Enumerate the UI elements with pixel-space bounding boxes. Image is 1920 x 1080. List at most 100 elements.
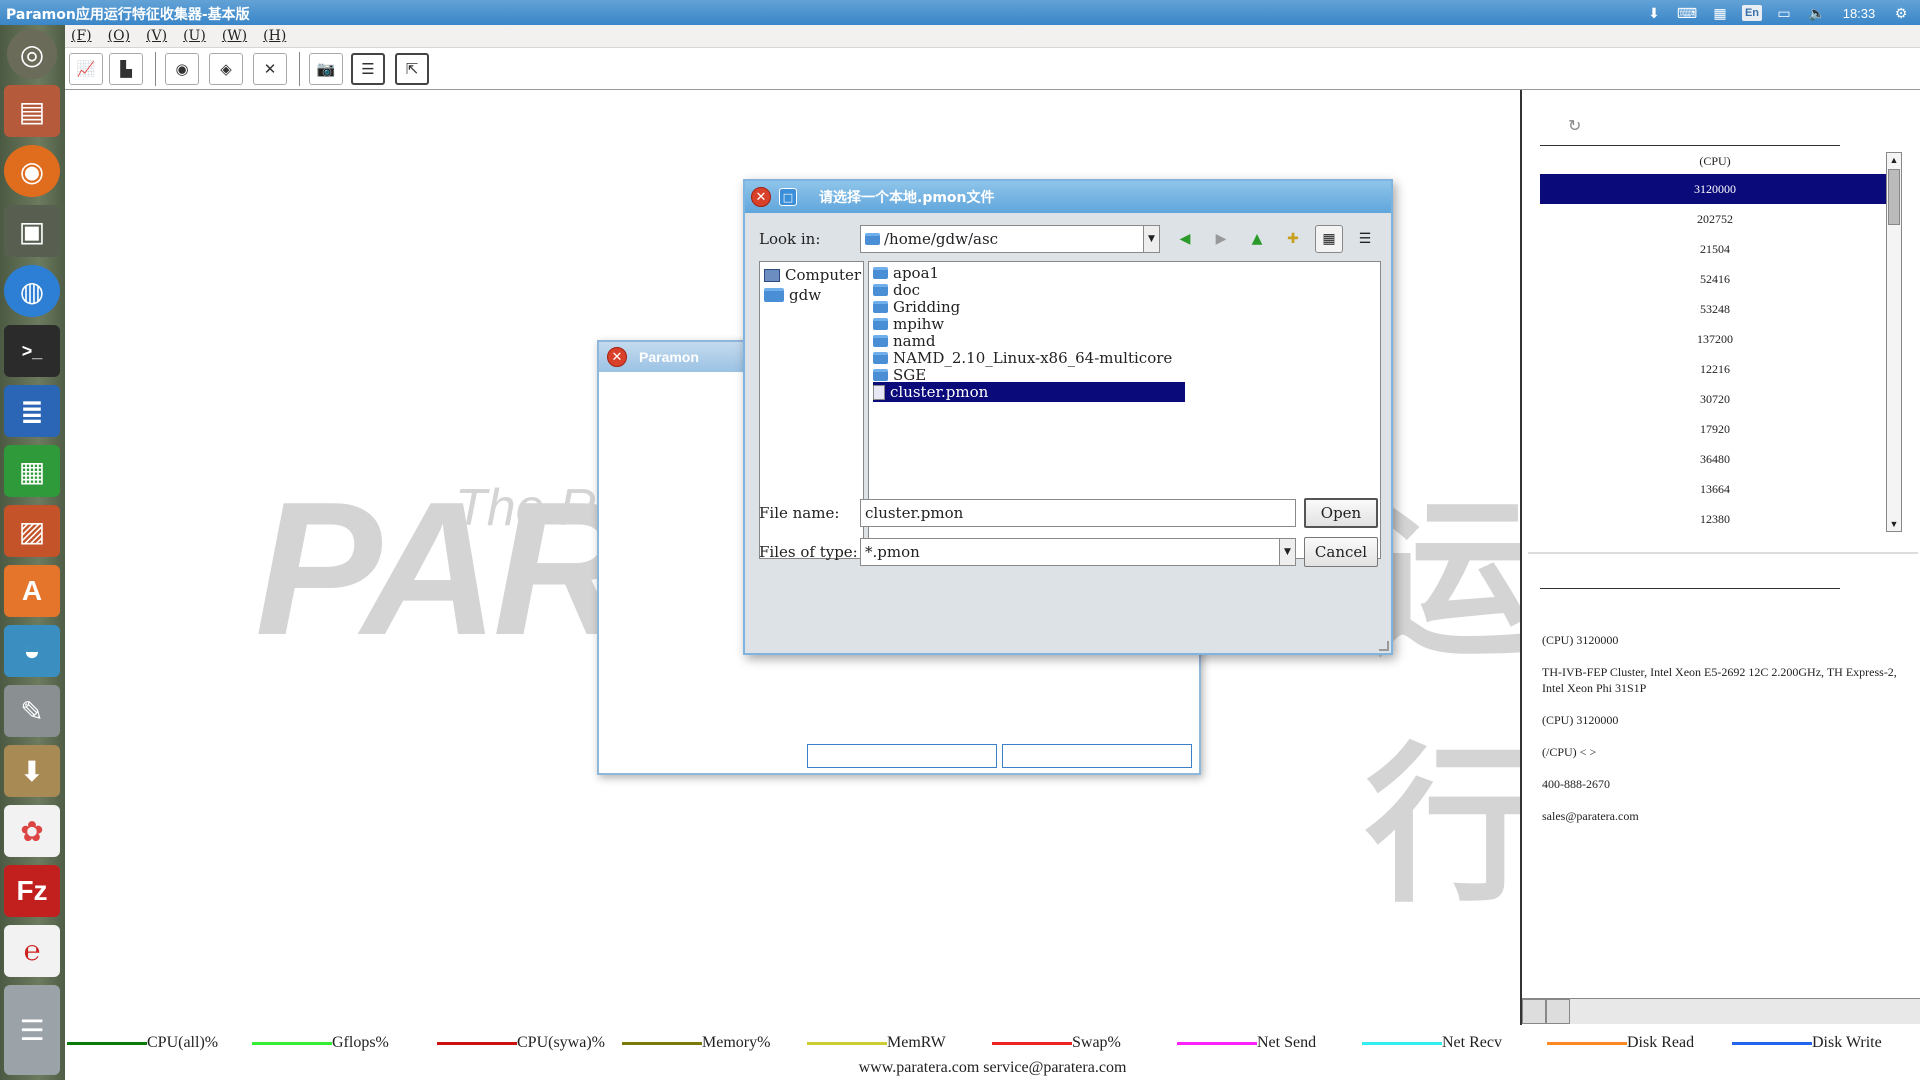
firefox-icon[interactable]: ◉ xyxy=(4,145,60,197)
app-red-icon[interactable]: ℮ xyxy=(4,925,60,977)
menu-options[interactable]: (O) xyxy=(108,28,130,44)
workspace-icon[interactable]: ▣ xyxy=(4,205,60,257)
cpu-list-item[interactable]: 17920 xyxy=(1540,414,1890,444)
scroll-up-arrow-icon[interactable]: ▲ xyxy=(1887,153,1901,167)
export-icon[interactable]: ⇱ xyxy=(395,53,429,85)
cpu-list-item[interactable]: 13664 xyxy=(1540,474,1890,504)
legend-label: Swap% xyxy=(1072,1034,1121,1051)
legend-item: Disk Write xyxy=(1732,1034,1882,1052)
cancel-button[interactable]: Cancel xyxy=(1304,537,1378,567)
legend-label: Disk Write xyxy=(1812,1034,1882,1051)
sidebar-item-gdw[interactable]: gdw xyxy=(764,285,821,305)
menu-view[interactable]: (V) xyxy=(146,28,167,44)
legend-label: CPU(sywa)% xyxy=(517,1034,605,1051)
legend-line xyxy=(252,1041,332,1045)
legend-line xyxy=(1547,1041,1627,1045)
impress-icon[interactable]: ▨ xyxy=(4,505,60,557)
filezilla-icon[interactable]: Fz xyxy=(4,865,60,917)
look-in-combo[interactable]: /home/gdw/asc ▼ xyxy=(860,225,1160,253)
input-method-indicator[interactable]: En xyxy=(1742,5,1762,21)
panel-separator xyxy=(1528,552,1918,554)
system-tray: ⬇ ⌨ ▦ En ▭ 🔈 18:33 ⚙ xyxy=(1643,2,1912,24)
cpu-list-item[interactable]: 36480 xyxy=(1540,444,1890,474)
scroll-left-button[interactable] xyxy=(1522,999,1546,1024)
trash-stack-icon[interactable]: ☰ xyxy=(4,985,60,1075)
dialog-button-1[interactable] xyxy=(807,744,997,768)
cpu-list-item[interactable]: 3120000 xyxy=(1540,174,1890,204)
camera-icon[interactable]: 📷 xyxy=(309,53,343,85)
folder-icon xyxy=(873,284,888,296)
back-icon[interactable]: ◀ xyxy=(1171,225,1199,253)
menu-file[interactable]: (F) xyxy=(71,28,92,44)
legend-line xyxy=(1177,1041,1257,1045)
forward-icon[interactable]: ▶ xyxy=(1207,225,1235,253)
files-of-type-combo[interactable]: *.pmon ▼ xyxy=(860,538,1296,566)
download-icon[interactable]: ⬇ xyxy=(1643,4,1665,22)
keyboard-icon[interactable]: ⌨ xyxy=(1676,4,1698,22)
scroll-down-arrow-icon[interactable]: ▼ xyxy=(1887,517,1901,531)
sidebar-item-computer[interactable]: Computer xyxy=(764,265,861,285)
dialog-button-2[interactable] xyxy=(1002,744,1192,768)
ubuntu-dash-icon[interactable]: ◎ xyxy=(7,29,57,79)
look-in-label: Look in: xyxy=(759,230,821,248)
file-name-input[interactable]: cluster.pmon xyxy=(860,499,1296,527)
resize-grip-icon[interactable] xyxy=(1379,641,1389,651)
clock[interactable]: 18:33 xyxy=(1839,4,1879,22)
cpu-list-item[interactable]: 30720 xyxy=(1540,384,1890,414)
app-icon[interactable]: ✿ xyxy=(4,805,60,857)
menubar: (F) (O) (V) (U) (W) (H) xyxy=(65,25,1920,48)
volume-icon[interactable]: 🔈 xyxy=(1806,4,1828,22)
file-name-label: File name: xyxy=(759,504,840,522)
cpu-list-item[interactable]: 53248 xyxy=(1540,294,1890,324)
scroll-thumb[interactable] xyxy=(1546,999,1570,1024)
vertical-scrollbar[interactable]: ▲ ▼ xyxy=(1886,152,1902,532)
cpu-list-item[interactable]: 12380 xyxy=(1540,504,1890,534)
archive-manager-icon[interactable]: ⬇ xyxy=(4,745,60,797)
terminal-icon[interactable]: >_ xyxy=(4,325,60,377)
refresh-icon[interactable]: ↻ xyxy=(1568,116,1581,136)
battery-icon[interactable]: ▭ xyxy=(1773,4,1795,22)
system-settings-icon[interactable]: ✎ xyxy=(4,685,60,737)
cpu-list-item[interactable]: 137200 xyxy=(1540,324,1890,354)
list-icon[interactable]: ☰ xyxy=(351,53,385,85)
detail-view-icon[interactable]: ☰ xyxy=(1351,225,1379,253)
new-folder-icon[interactable]: ✚ xyxy=(1279,225,1307,253)
toolbar-separator xyxy=(299,52,300,86)
info-cpu-count-2: (CPU) 3120000 xyxy=(1542,713,1619,727)
settings-gear-icon[interactable]: ⚙ xyxy=(1890,4,1912,22)
cpu-list-item[interactable]: 21504 xyxy=(1540,234,1890,264)
drive-icon[interactable]: ◒ xyxy=(4,625,60,677)
cpu-list-item[interactable]: 12216 xyxy=(1540,354,1890,384)
calendar-icon[interactable]: ▦ xyxy=(1709,4,1731,22)
maximize-icon[interactable]: □ xyxy=(779,188,797,206)
horizontal-scrollbar[interactable] xyxy=(1522,998,1920,1024)
close-icon[interactable]: ✕ xyxy=(751,187,771,207)
writer-icon[interactable]: ≣ xyxy=(4,385,60,437)
scrollbar-thumb[interactable] xyxy=(1888,169,1900,225)
folder-icon xyxy=(873,335,888,347)
folder-icon xyxy=(764,288,784,302)
cpu-list-item[interactable]: 52416 xyxy=(1540,264,1890,294)
dropdown-arrow-icon[interactable]: ▼ xyxy=(1143,226,1159,252)
files-icon[interactable]: ▤ xyxy=(4,85,60,137)
tag-icon[interactable]: ◈ xyxy=(209,53,243,85)
list-item-selected[interactable]: cluster.pmon xyxy=(873,382,1185,402)
bar-chart-icon[interactable]: ▙ xyxy=(109,53,143,85)
chromium-icon[interactable]: ◍ xyxy=(4,265,60,317)
close-icon[interactable]: ✕ xyxy=(607,347,627,367)
menu-upload[interactable]: (U) xyxy=(183,28,206,44)
menu-window[interactable]: (W) xyxy=(222,28,247,44)
cpu-list-item[interactable]: 202752 xyxy=(1540,204,1890,234)
menu-help[interactable]: (H) xyxy=(263,28,286,44)
parent-folder-icon[interactable]: ▲ xyxy=(1243,225,1271,253)
legend-item: Net Send xyxy=(1177,1034,1316,1052)
eye-icon[interactable]: ◉ xyxy=(165,53,199,85)
software-center-icon[interactable]: A xyxy=(4,565,60,617)
chart-icon[interactable]: 📈 xyxy=(69,53,103,85)
file-name: NAMD_2.10_Linux-x86_64-multicore xyxy=(893,349,1173,367)
dropdown-arrow-icon[interactable]: ▼ xyxy=(1279,539,1295,565)
list-view-icon[interactable]: ▦ xyxy=(1315,225,1343,253)
cross-icon[interactable]: ✕ xyxy=(253,53,287,85)
calc-icon[interactable]: ▦ xyxy=(4,445,60,497)
open-button[interactable]: Open xyxy=(1304,498,1378,528)
